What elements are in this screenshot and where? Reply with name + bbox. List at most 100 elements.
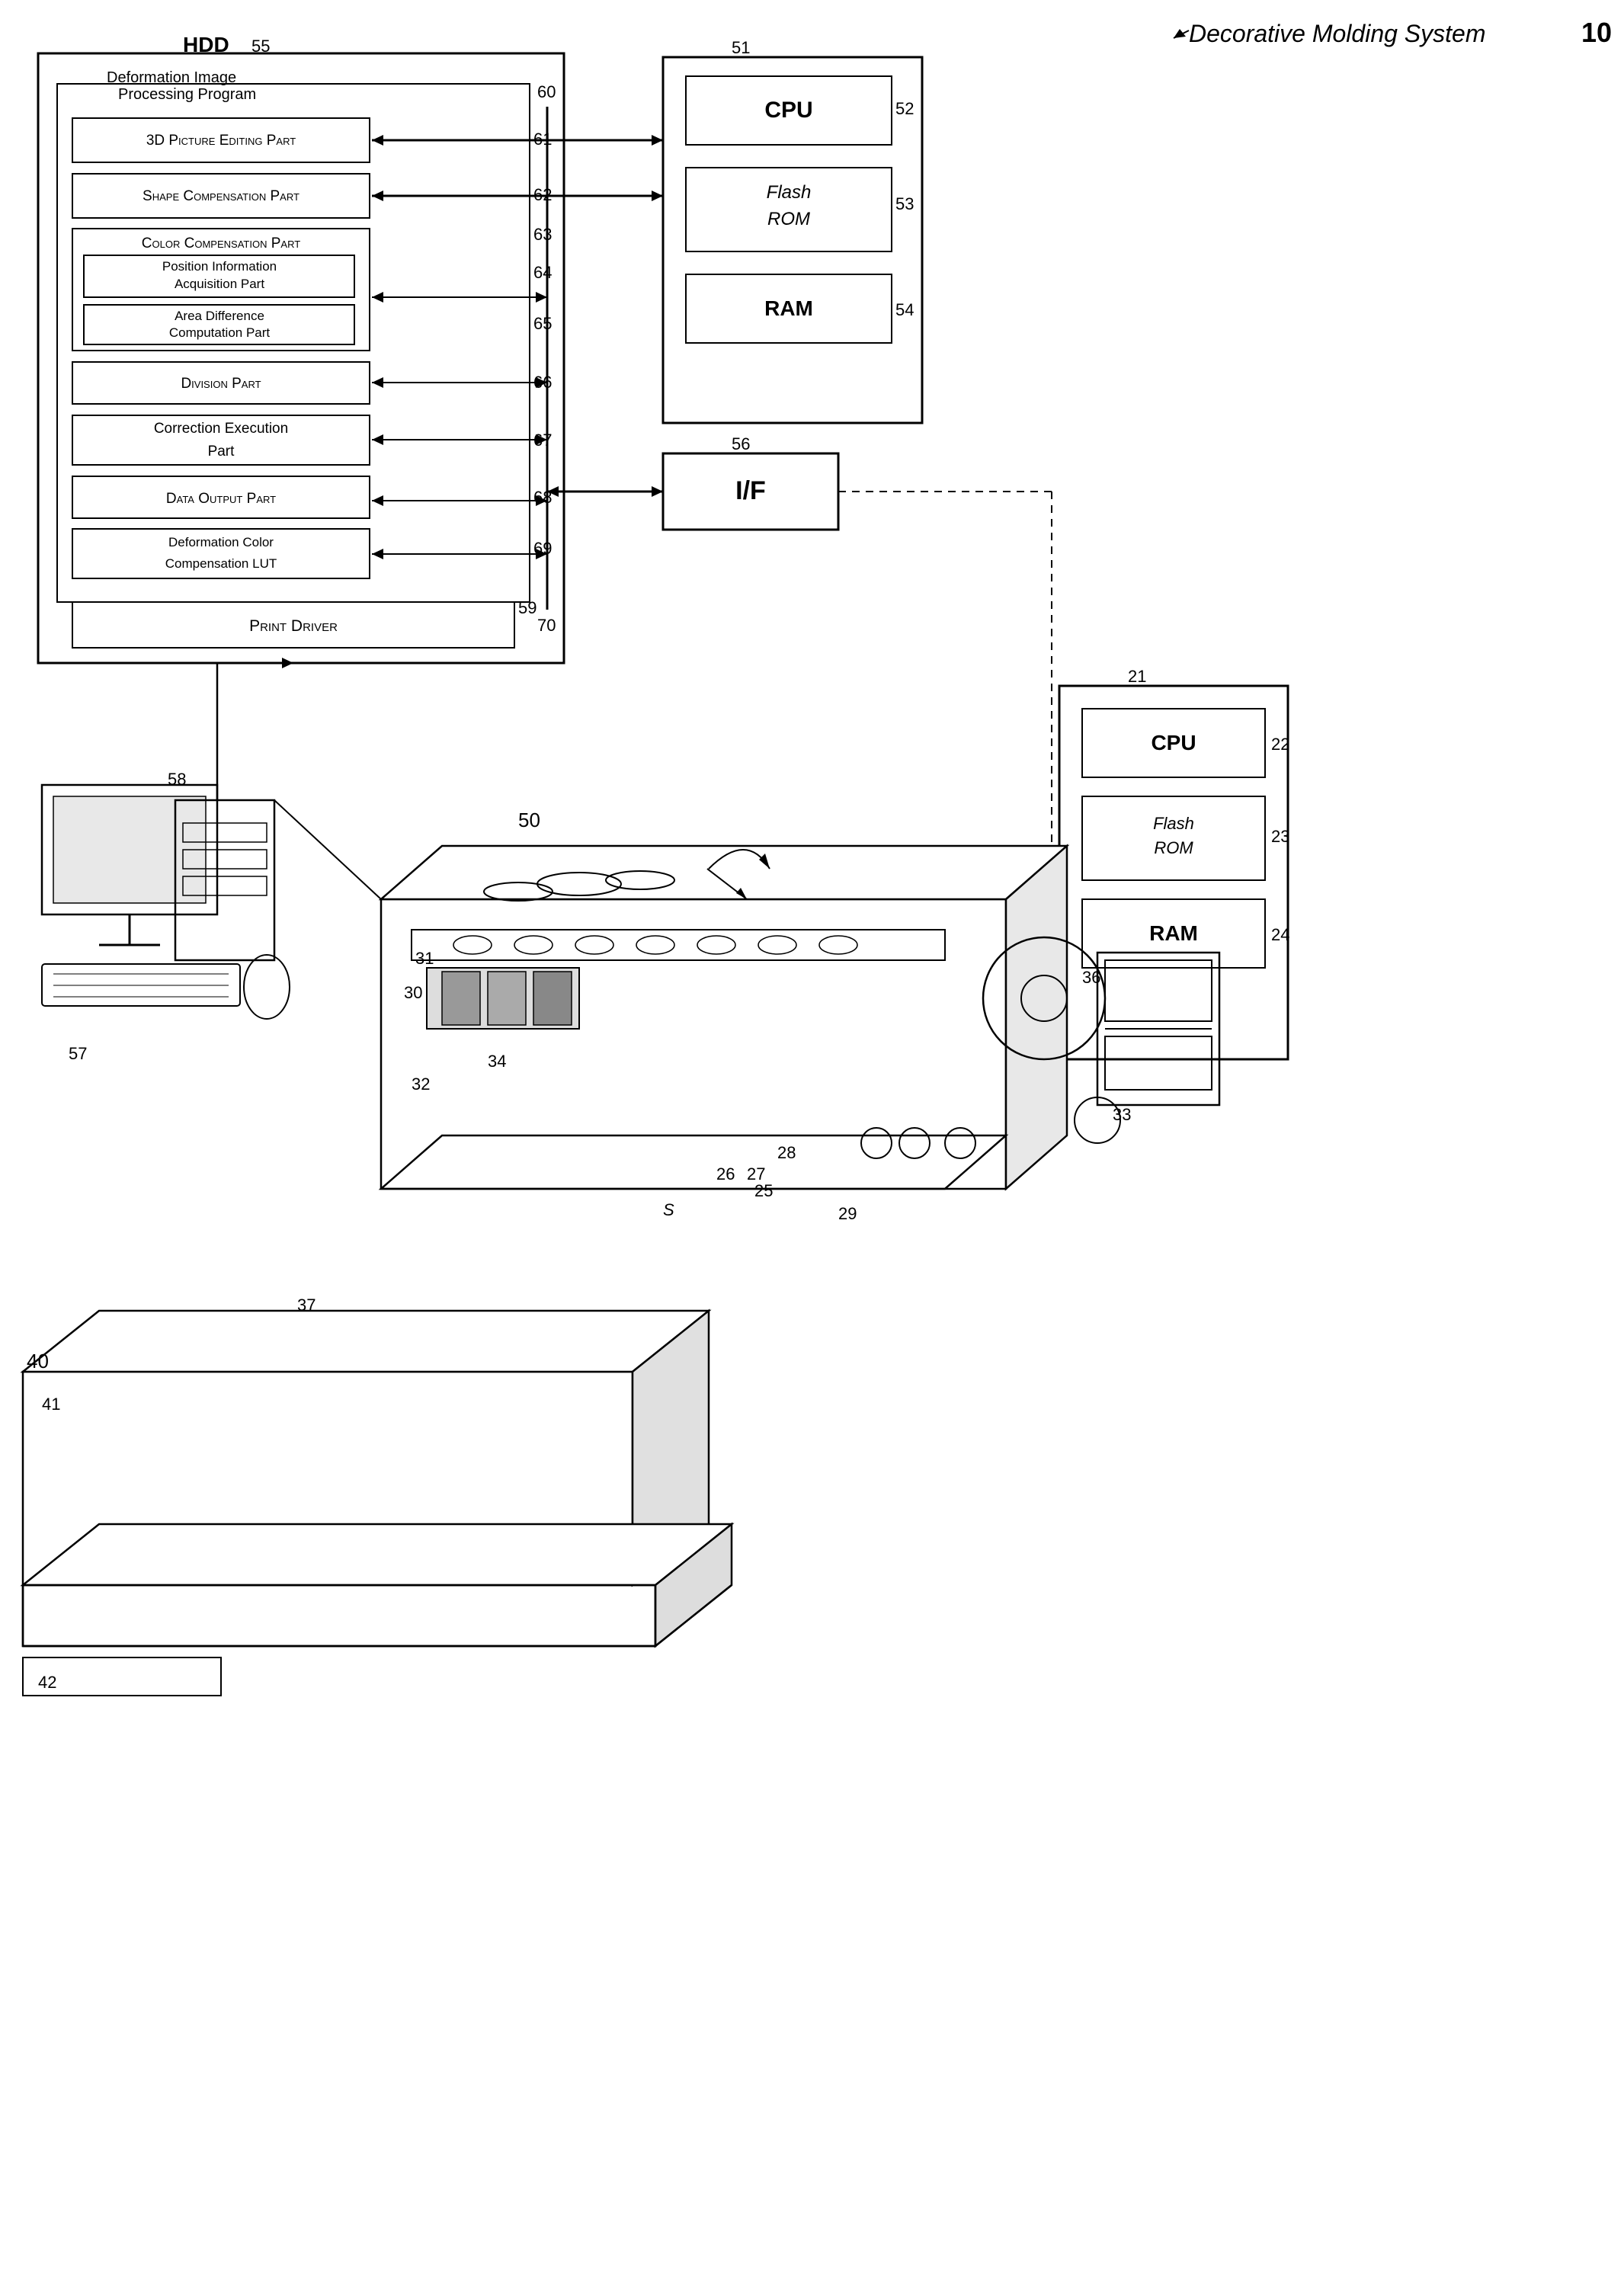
ref-60: 60 — [537, 82, 556, 101]
ref-20: 20 — [701, 847, 723, 870]
ref-57: 57 — [69, 1044, 87, 1063]
label-if: I/F — [735, 476, 766, 505]
box-62 — [72, 174, 370, 218]
cpu-system-21-box — [1059, 686, 1288, 1059]
label-65b: Computation Part — [169, 325, 271, 340]
ram-24-box — [1082, 899, 1265, 968]
ram-54-box — [686, 274, 892, 343]
box-65 — [84, 305, 354, 344]
label-ram-54: RAM — [764, 296, 813, 320]
label-64b: Acquisition Part — [175, 277, 264, 291]
ref-69: 69 — [533, 539, 552, 558]
roll-36 — [983, 937, 1105, 1059]
label-62: Shape Compensation Part — [143, 188, 299, 204]
ref-24: 24 — [1271, 925, 1289, 944]
ref-37: 37 — [297, 1296, 316, 1315]
printer-top-face — [381, 846, 1067, 899]
box-69 — [72, 529, 370, 578]
ref-22: 22 — [1271, 735, 1289, 754]
roller-31b — [484, 882, 553, 901]
ref-58: 58 — [168, 770, 186, 789]
system-number: 10 — [1581, 17, 1612, 48]
ref-25: 25 — [754, 1181, 773, 1200]
ref-67: 67 — [533, 431, 552, 450]
hdd-outer-box — [38, 53, 564, 663]
monitor — [42, 785, 217, 914]
label-flash-53b: ROM — [767, 209, 810, 229]
box-68 — [72, 476, 370, 518]
label-flash-23a: Flash — [1153, 814, 1194, 833]
ref-30: 30 — [404, 983, 422, 1002]
box-61 — [72, 118, 370, 162]
label-65a: Area Difference — [175, 309, 264, 323]
flash-rom-23-box — [1082, 796, 1265, 880]
ref-64: 64 — [533, 263, 552, 282]
monitor-screen — [53, 796, 206, 903]
roller-31a — [537, 873, 621, 895]
cutter-33 — [1097, 953, 1219, 1105]
small-roll-right — [1075, 1097, 1120, 1143]
ref-40-arrow: 40 — [27, 1350, 49, 1372]
ref-65: 65 — [533, 314, 552, 333]
label-print-driver: Print Driver — [249, 617, 338, 635]
label-63: Color Compensation Part — [142, 235, 300, 251]
ref-53: 53 — [895, 194, 914, 213]
print-driver-box — [72, 602, 514, 648]
ref-33: 33 — [1113, 1105, 1131, 1124]
program-label-1: Deformation Image — [107, 69, 236, 86]
computer-tower — [175, 800, 274, 960]
roller-31c — [606, 871, 674, 889]
ref-29: 29 — [838, 1204, 857, 1223]
ref-61: 61 — [533, 130, 552, 149]
ref-54: 54 — [895, 300, 914, 319]
ref-31: 31 — [415, 949, 434, 968]
hdd-number: 55 — [251, 37, 270, 56]
printer-main-body — [381, 899, 1006, 1189]
box-66 — [72, 362, 370, 404]
ref-42: 42 — [38, 1673, 56, 1692]
ref-23: 23 — [1271, 827, 1289, 846]
flash-rom-53-box — [686, 168, 892, 251]
box-63 — [72, 229, 370, 351]
label-61: 3D Picture Editing Part — [146, 133, 296, 149]
cpu-22-box — [1082, 709, 1265, 777]
printer-bottom-face — [381, 1135, 1006, 1189]
label-67a: Correction Execution — [154, 421, 288, 437]
ref-27: 27 — [747, 1164, 765, 1183]
mouse — [244, 955, 290, 1019]
ref-28: 28 — [777, 1143, 796, 1162]
label-flash-23b: ROM — [1154, 838, 1193, 857]
ref-34: 34 — [488, 1052, 506, 1071]
carriage-rail — [412, 930, 945, 960]
ref-21: 21 — [1128, 667, 1146, 686]
ref-41: 41 — [42, 1395, 60, 1414]
cpu-52-box — [686, 76, 892, 145]
label-cpu-22: CPU — [1151, 731, 1196, 754]
ref-56: 56 — [732, 434, 750, 453]
label-69a: Deformation Color — [168, 535, 274, 549]
ref-32: 32 — [412, 1075, 430, 1094]
ref-52: 52 — [895, 99, 914, 118]
ref-36: 36 — [1082, 968, 1100, 987]
ref-70: 70 — [537, 616, 556, 635]
label-S: S — [663, 1200, 674, 1219]
ink-head — [427, 968, 579, 1029]
ref-59: 59 — [518, 598, 537, 617]
ref-62: 62 — [533, 185, 552, 204]
label-69b: Compensation LUT — [165, 556, 277, 571]
label-flash-53a: Flash — [767, 182, 812, 203]
label-67b: Part — [208, 444, 235, 460]
label-68: Data Output Part — [166, 491, 276, 507]
program-box — [57, 84, 530, 602]
label-66: Division Part — [181, 376, 261, 392]
table-drawer — [23, 1657, 221, 1696]
ref-68: 68 — [533, 488, 552, 507]
system-title: Decorative Molding System — [1189, 20, 1485, 47]
label-64a: Position Information — [162, 259, 277, 274]
cpu-system-51-box — [663, 57, 922, 423]
ref-63: 63 — [533, 225, 552, 244]
table-top-face — [23, 1311, 709, 1372]
keyboard — [42, 964, 240, 1006]
hdd-label: HDD — [183, 33, 229, 56]
box-67 — [72, 415, 370, 465]
